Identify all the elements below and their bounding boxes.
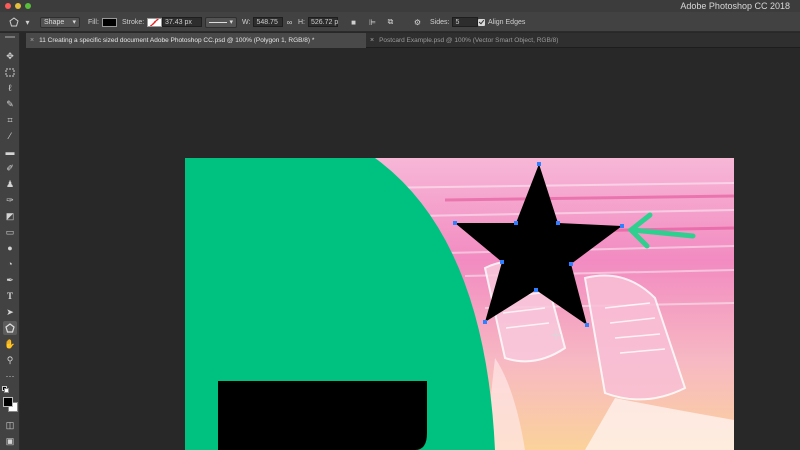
sides-field[interactable]: 5 (452, 17, 479, 27)
width-value: 548.75 (256, 18, 278, 26)
title-bar: Adobe Photoshop CC 2018 (0, 0, 800, 12)
brush-icon[interactable]: ✐ (3, 161, 17, 175)
tab-polygon-document[interactable]: × 11 Creating a specific sized document … (26, 33, 366, 48)
stroke-swatch[interactable] (147, 17, 163, 27)
w-label: W: (242, 18, 251, 26)
height-field[interactable]: 526.72 p (308, 17, 338, 27)
chevron-down-icon[interactable]: ▾ (22, 17, 33, 28)
polygon-icon[interactable] (3, 321, 17, 335)
width-field[interactable]: 548.75 (253, 17, 284, 27)
tab-label: 11 Creating a specific sized document Ad… (39, 37, 315, 44)
height-value: 526.72 p (311, 18, 339, 26)
default-colors-icon[interactable] (2, 386, 10, 394)
options-bar: ▾ Shape ▾ Fill: Stroke: 37.43 px ▾ ▾ W: … (0, 12, 800, 32)
stroke-line-icon (209, 21, 227, 23)
sides-value: 5 (455, 18, 460, 26)
close-window-button[interactable] (5, 3, 11, 9)
zoom-icon[interactable]: ⚲ (3, 353, 17, 367)
fill-swatch[interactable] (101, 17, 117, 27)
path-select-icon[interactable]: ➤ (3, 305, 17, 319)
screen-mode-icon[interactable]: ▣ (3, 434, 17, 448)
gradient-icon[interactable]: ▭ (3, 225, 17, 239)
link-icon[interactable]: ∞ (284, 17, 295, 28)
quick-mask-icon[interactable]: ◫ (3, 418, 17, 432)
stroke-label: Stroke: (122, 18, 145, 26)
align-edges-label: Align Edges (488, 18, 526, 26)
align-edges-checkbox[interactable] (478, 18, 485, 26)
marquee-icon[interactable] (3, 65, 17, 79)
document-tabs: × 11 Creating a specific sized document … (26, 33, 800, 48)
artwork (185, 158, 734, 450)
close-tab-icon[interactable]: × (30, 37, 34, 44)
dodge-icon[interactable]: ◔ (3, 257, 17, 271)
app-title: Adobe Photoshop CC 2018 (680, 1, 790, 11)
stroke-type-select[interactable]: ▾ (205, 16, 237, 28)
h-label: H: (298, 18, 305, 26)
gear-icon[interactable]: ⚙ (412, 17, 423, 28)
tab-label: Postcard Example.psd @ 100% (Vector Smar… (379, 37, 559, 44)
stamp-icon[interactable]: ♟ (3, 177, 17, 191)
crop-icon[interactable]: ⌗ (3, 113, 17, 127)
pen-icon[interactable]: ✒ (3, 273, 17, 287)
quick-select-icon[interactable]: ✎ (3, 97, 17, 111)
document-canvas[interactable] (185, 158, 734, 450)
history-brush-icon[interactable]: ✑ (3, 193, 17, 207)
healing-icon[interactable]: ▬ (3, 145, 17, 159)
path-operations-icon[interactable]: ■ (348, 17, 359, 28)
tab-postcard-example[interactable]: × Postcard Example.psd @ 100% (Vector Sm… (366, 33, 626, 48)
move-icon[interactable]: ✥ (3, 49, 17, 63)
path-arrangement-icon[interactable]: ⧉ (385, 17, 396, 28)
foreground-color-swatch[interactable] (3, 397, 13, 407)
tool-mode-value: Shape (44, 18, 65, 26)
fill-label: Fill: (88, 18, 99, 26)
lasso-icon[interactable]: ℓ (3, 81, 17, 95)
stroke-width-field[interactable]: 37.43 px (162, 17, 202, 27)
blur-icon[interactable]: ● (3, 241, 17, 255)
sides-label: Sides: (430, 18, 450, 26)
zoom-window-button[interactable] (25, 3, 31, 9)
close-tab-icon[interactable]: × (370, 37, 374, 44)
type-icon[interactable]: T (3, 289, 17, 303)
panel-grip[interactable] (5, 36, 15, 38)
hand-icon[interactable]: ✋ (3, 337, 17, 351)
tools-panel: ✥ ℓ ✎ ⌗ ⁄ ▬ ✐ ♟ ✑ ◩ ▭ ● ◔ ✒ T ➤ ✋ ⚲ ··· … (0, 33, 20, 450)
minimize-window-button[interactable] (15, 3, 21, 9)
more-icon[interactable]: ··· (3, 369, 17, 383)
black-rectangle-shape[interactable] (218, 381, 427, 450)
polygon-tool-preset-icon[interactable] (8, 17, 19, 28)
stroke-width-value: 37.43 px (165, 18, 192, 26)
path-alignment-icon[interactable]: ⊫ (367, 17, 378, 28)
tool-mode-select[interactable]: Shape ▾ (40, 16, 80, 28)
eyedropper-icon[interactable]: ⁄ (3, 129, 17, 143)
eraser-icon[interactable]: ◩ (3, 209, 17, 223)
